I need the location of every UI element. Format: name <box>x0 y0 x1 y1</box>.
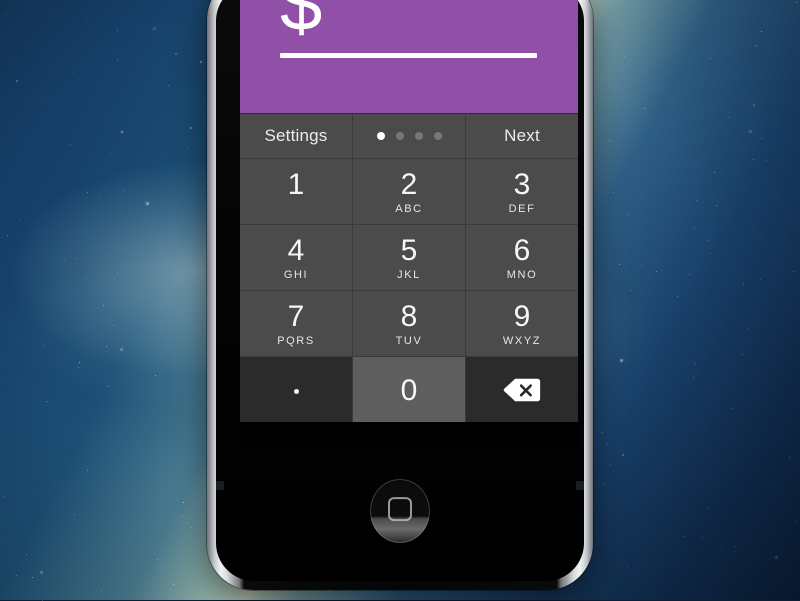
keypad-toolbar: Settings Next <box>240 113 578 158</box>
key-6[interactable]: 6 MNO <box>465 224 578 290</box>
home-button[interactable] <box>370 479 430 543</box>
page-indicator <box>352 114 465 158</box>
key-digit: 7 <box>288 302 305 332</box>
key-9[interactable]: 9 WXYZ <box>465 290 578 356</box>
key-digit: 1 <box>288 170 305 200</box>
phone-bezel: $ Settings Next <box>216 0 584 581</box>
phone-device: $ Settings Next <box>207 0 593 590</box>
key-digit: 8 <box>401 302 418 332</box>
key-1[interactable]: 1 <box>240 158 352 224</box>
keypad-row-2: 4 GHI 5 JKL 6 MNO <box>240 224 578 290</box>
key-digit: 6 <box>514 236 531 266</box>
key-digit: 3 <box>514 170 531 200</box>
page-dot-3[interactable] <box>415 132 423 140</box>
key-letters: TUV <box>396 335 423 347</box>
key-digit: 4 <box>288 236 305 266</box>
home-square-icon <box>388 497 412 521</box>
key-2[interactable]: 2 ABC <box>352 158 465 224</box>
key-backspace[interactable] <box>465 356 578 422</box>
key-decimal[interactable]: . <box>240 356 352 422</box>
key-digit: 0 <box>401 376 418 406</box>
keypad-row-1: 1 2 ABC 3 DEF <box>240 158 578 224</box>
page-dot-2[interactable] <box>396 132 404 140</box>
key-letters: GHI <box>284 269 308 281</box>
key-7[interactable]: 7 PQRS <box>240 290 352 356</box>
key-3[interactable]: 3 DEF <box>465 158 578 224</box>
key-letters: MNO <box>507 269 537 281</box>
numeric-keypad: 1 2 ABC 3 DEF 4 GHI <box>240 158 578 422</box>
key-letters: JKL <box>397 269 421 281</box>
amount-entry-panel: $ <box>240 0 578 113</box>
antenna-notch-left <box>216 481 224 490</box>
phone-screen: $ Settings Next <box>240 0 578 450</box>
key-letters: PQRS <box>277 335 315 347</box>
amount-input-field[interactable] <box>280 53 537 58</box>
settings-button[interactable]: Settings <box>240 114 352 158</box>
currency-symbol: $ <box>280 0 322 48</box>
key-4[interactable]: 4 GHI <box>240 224 352 290</box>
key-letters: ABC <box>395 203 422 215</box>
keypad-row-3: 7 PQRS 8 TUV 9 WXYZ <box>240 290 578 356</box>
decimal-point-icon <box>294 389 299 394</box>
backspace-delete-icon <box>503 377 541 403</box>
key-0[interactable]: 0 <box>352 356 465 422</box>
key-digit: 2 <box>401 170 418 200</box>
keypad-row-4: . 0 <box>240 356 578 422</box>
key-letters: WXYZ <box>503 335 541 347</box>
key-5[interactable]: 5 JKL <box>352 224 465 290</box>
page-dot-4[interactable] <box>434 132 442 140</box>
page-dot-1[interactable] <box>377 132 385 140</box>
antenna-notch-right <box>576 481 584 490</box>
key-8[interactable]: 8 TUV <box>352 290 465 356</box>
page-dots <box>377 132 442 140</box>
next-button[interactable]: Next <box>465 114 578 158</box>
key-digit: 5 <box>401 236 418 266</box>
key-letters: DEF <box>509 203 536 215</box>
key-digit: 9 <box>514 302 531 332</box>
